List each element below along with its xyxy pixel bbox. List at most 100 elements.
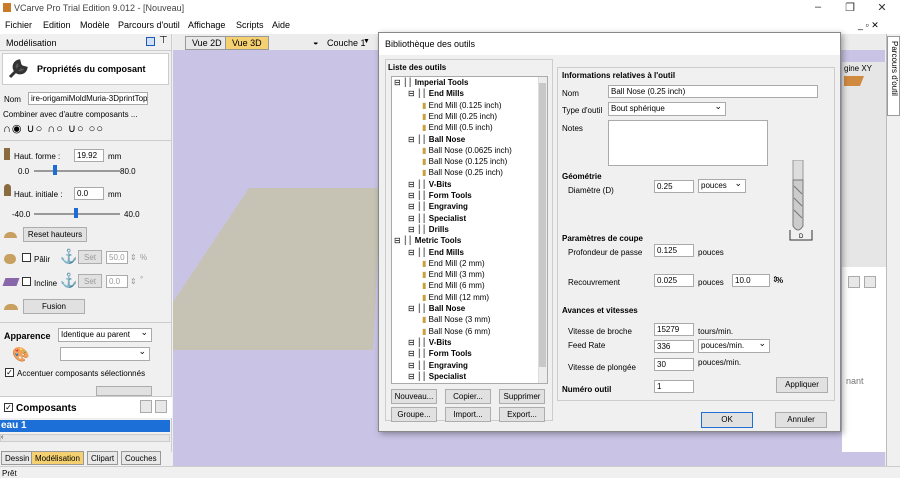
appliquer-button[interactable]: Appliquer [776,377,828,393]
dock-icon[interactable] [146,37,155,46]
tool-group[interactable]: ⊟ ┃┃ Specialist [408,372,466,381]
haut-forme-slider[interactable] [34,170,120,172]
accent-checkbox[interactable]: ✓ [5,368,14,377]
palier-checkbox[interactable] [22,253,31,262]
color-select[interactable] [60,345,150,361]
haut-forme-input[interactable] [74,149,104,162]
tool-item[interactable]: ▮ Ball Nose (0.25 inch) [422,168,503,177]
tab-couches[interactable]: Couches [121,451,161,465]
nouveau-button[interactable]: Nouveau... [391,389,437,404]
tool-number-input[interactable] [654,380,694,393]
tool-group[interactable]: ⊟ ┃┃ V-Bits [408,338,451,347]
menu-fichier[interactable]: Fichier [5,20,32,30]
tool-group[interactable]: ⊟ ┃┃ End Mills [408,248,464,257]
tab-vue-2d[interactable]: Vue 2D [185,36,229,50]
expand-icon[interactable]: ⊟ [394,78,403,87]
tool-item[interactable]: ▮ Ball Nose (0.125 inch) [422,157,507,166]
palier-value[interactable] [106,251,128,264]
ok-button[interactable]: OK [701,412,753,428]
menu-parcours[interactable]: Parcours d'outil [118,20,180,30]
expand-icon[interactable]: ⊟ [394,236,403,245]
tab-modelisation[interactable]: Modélisation [31,451,84,465]
expand-icon[interactable]: ⊟ [408,202,417,211]
menu-modele[interactable]: Modèle [80,20,110,30]
tool-tree[interactable]: ⊟ ┃┃ Imperial Tools ⊟ ┃┃ End Mills ▮ End M… [391,76,548,384]
pass-depth-input[interactable] [654,244,694,257]
tool-group[interactable]: ⊟ ┃┃ Drills [408,225,449,234]
diameter-unit-select[interactable]: pouces [698,177,746,193]
tool-group[interactable]: ⊟ ┃┃ Form Tools [408,191,472,200]
expand-icon[interactable]: ⊟ [408,361,417,370]
apparence-select[interactable]: Identique au parent [58,326,152,342]
tool-group[interactable]: ⊟ ┃┃ Engraving [408,361,468,370]
menu-aide[interactable]: Aide [272,20,290,30]
tool-name-input[interactable] [608,85,818,98]
slider1-thumb[interactable] [53,165,57,175]
feed-unit-select[interactable]: pouces/min. [698,337,770,353]
spindle-speed-input[interactable] [654,323,694,336]
supprimer-button[interactable]: Supprimer [499,389,545,404]
export-button[interactable]: Export... [499,407,545,422]
tool-group[interactable]: ⊟ ┃┃ V-Bits [408,180,451,189]
level-row[interactable]: eau 1 [0,420,170,432]
expand-icon[interactable]: ⊟ [408,135,417,144]
maximize-icon[interactable]: ❐ [840,1,860,14]
tab-parcours-outil[interactable]: Parcours d'outil [887,36,900,116]
pin-icon[interactable]: ⊤ [159,35,168,46]
palier-set-button[interactable]: Set [78,250,102,264]
incline-checkbox[interactable] [22,277,31,286]
notes-textarea[interactable] [608,120,768,166]
tool-group[interactable]: ⊟ ┃┃ Engraving [408,202,468,211]
stepover-input[interactable] [654,274,694,287]
palier-spin[interactable]: ⇕ [130,253,137,262]
copier-button[interactable]: Copier... [445,389,491,404]
incline-value[interactable] [106,275,128,288]
tool-item[interactable]: ▮ End Mill (0.125 inch) [422,101,502,110]
reset-heights-button[interactable]: Reset hauteurs [23,227,87,242]
tool-item[interactable]: ▮ End Mill (12 mm) [422,293,489,302]
r-down-icon[interactable] [864,276,876,288]
component-name-input[interactable] [28,92,148,105]
annuler-button[interactable]: Annuler [775,412,827,428]
anchor-icon[interactable]: ⚓ [60,248,77,265]
tool-item[interactable]: ▮ End Mill (0.25 inch) [422,112,497,121]
move-up-icon[interactable] [140,400,152,413]
tab-clipart[interactable]: Clipart [87,451,119,465]
tool-item[interactable]: ▮ End Mill (6 mm) [422,281,485,290]
expand-icon[interactable]: ⊟ [408,89,417,98]
expand-icon[interactable]: ⊟ [408,191,417,200]
stepover-pct-input[interactable] [732,274,770,287]
r-up-icon[interactable] [848,276,860,288]
tool-item[interactable]: ▮ Ball Nose (3 mm) [422,315,490,324]
diameter-input[interactable] [654,180,694,193]
haut-init-input[interactable] [74,187,104,200]
tool-group[interactable]: ⊟ ┃┃ Ball Nose [408,135,465,144]
tool-item[interactable]: ▮ End Mill (2 mm) [422,259,485,268]
layer-select[interactable]: Couche 1 [327,38,366,48]
incline-spin[interactable]: ⇕ [130,277,137,286]
close-icon[interactable]: ✕ [872,1,892,14]
tool-group[interactable]: ⊟ ┃┃ Imperial Tools [394,78,468,87]
tool-item[interactable]: ▮ Ball Nose (0.0625 inch) [422,146,512,155]
expand-icon[interactable]: ⊟ [408,214,417,223]
expand-icon[interactable]: ⊟ [408,338,417,347]
tool-item[interactable]: ▮ End Mill (3 mm) [422,270,485,279]
expand-icon[interactable]: ⊟ [408,372,417,381]
plunge-rate-input[interactable] [654,358,694,371]
menu-affichage[interactable]: Affichage [188,20,225,30]
expand-icon[interactable]: ⊟ [408,248,417,257]
expand-icon[interactable]: ⊟ [408,304,417,313]
layer-dropdown-icon[interactable]: ▼ [363,38,370,45]
menu-scripts[interactable]: Scripts [236,20,264,30]
composants-checkbox[interactable]: ✓ [4,403,13,412]
import-button[interactable]: Import... [445,407,491,422]
combine-mode-icons[interactable]: ∩◉ ∪○ ∩○ ∪○ ○○ [3,122,104,135]
h-scrollbar[interactable]: ‹ [0,434,170,442]
tool-group[interactable]: ⊟ ┃┃ Specialist [408,214,466,223]
tab-dessin[interactable]: Dessin [1,451,34,465]
tool-group[interactable]: ⊟ ┃┃ Metric Tools [394,236,461,245]
feed-rate-input[interactable] [654,340,694,353]
expand-icon[interactable]: ⊟ [408,180,417,189]
minimize-icon[interactable]: – [808,1,828,13]
tool-group[interactable]: ⊟ ┃┃ Ball Nose [408,304,465,313]
